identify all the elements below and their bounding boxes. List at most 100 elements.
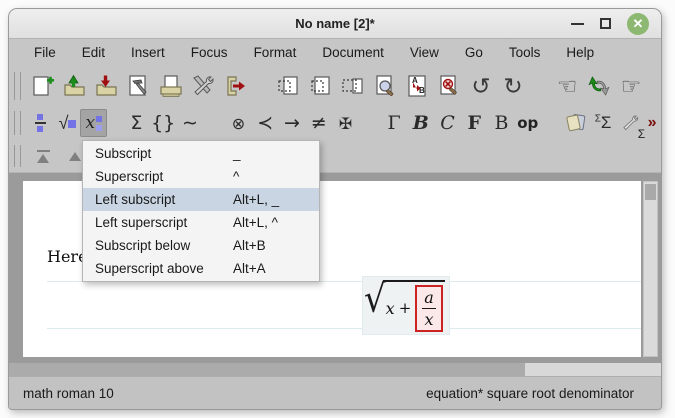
prec-icon: ≺ [257, 112, 273, 134]
focused-fraction[interactable]: a x [415, 285, 443, 332]
menu-item-superscript[interactable]: Superscript ^ [83, 165, 319, 188]
blackboard-letters-button[interactable]: B [488, 109, 515, 137]
menu-item-left-superscript[interactable]: Left superscript Alt+L, ^ [83, 211, 319, 234]
math-preferences-button[interactable]: Σ [616, 109, 643, 137]
cut-button[interactable] [273, 70, 305, 102]
right-arrow-icon: → [284, 112, 300, 134]
gamma-icon: Γ [387, 112, 400, 134]
symbol-table-button[interactable]: ΣΣ [590, 109, 617, 137]
new-document-button[interactable] [27, 70, 59, 102]
navigate-back-button[interactable]: ☜ [551, 70, 583, 102]
menu-help[interactable]: Help [553, 42, 607, 63]
square-root-button[interactable]: √ [54, 109, 81, 137]
export-button[interactable] [219, 70, 251, 102]
menu-item-left-subscript[interactable]: Left subscript Alt+L, _ [83, 188, 319, 211]
radicand[interactable]: x + a x [383, 280, 445, 332]
variable-x[interactable]: x [386, 299, 395, 318]
misc-symbol-button[interactable]: ✠ [332, 109, 359, 137]
scripts-button[interactable]: x [80, 109, 107, 137]
replace-button[interactable]: A B [401, 70, 433, 102]
menu-item-subscript-below[interactable]: Subscript below Alt+B [83, 234, 319, 257]
binary-operator-button[interactable]: ⊗ [225, 109, 252, 137]
menu-document[interactable]: Document [309, 42, 397, 63]
minimize-button[interactable] [571, 23, 584, 25]
toolbar-drag-handle[interactable] [14, 111, 21, 135]
fraktur-letters-button[interactable]: F [461, 109, 488, 137]
shortcut-label: Alt+L, ^ [233, 215, 307, 230]
undo-icon: ↺ [471, 73, 490, 100]
build-button[interactable] [123, 70, 155, 102]
symbol-palette-button[interactable] [563, 109, 590, 137]
menu-focus[interactable]: Focus [178, 42, 241, 63]
toolbar-drag-handle[interactable] [14, 72, 21, 100]
bold-letters-button[interactable]: B [407, 109, 434, 137]
focus-first-button[interactable] [27, 140, 59, 172]
calligraphic-c-icon: C [440, 112, 455, 134]
hand-pointing-right-icon: ☞ [621, 73, 642, 100]
spell-check-button[interactable] [433, 70, 465, 102]
save-document-button[interactable] [91, 70, 123, 102]
status-left: math roman 10 [23, 386, 114, 401]
menu-tools[interactable]: Tools [496, 42, 554, 63]
fraction-icon [35, 114, 46, 132]
equation-block[interactable]: √ x + a x [47, 281, 641, 329]
negation-button[interactable]: ≠ [305, 109, 332, 137]
menu-item-superscript-above[interactable]: Superscript above Alt+A [83, 257, 319, 280]
brackets-button[interactable]: {} [150, 109, 177, 137]
menu-view[interactable]: View [397, 42, 452, 63]
search-button[interactable] [369, 70, 401, 102]
calligraphic-letters-button[interactable]: C [434, 109, 461, 137]
vertical-scrollbar-thumb[interactable] [645, 184, 656, 200]
shortcut-label: _ [233, 146, 307, 161]
paste-icon [340, 73, 366, 99]
relation-button[interactable]: ≺ [252, 109, 279, 137]
square-root-icon: √ [59, 113, 76, 134]
horizontal-scrollbar-thumb[interactable] [9, 363, 525, 376]
blackboard-b-icon: B [495, 112, 508, 134]
export-icon [222, 73, 248, 99]
copy-button[interactable] [305, 70, 337, 102]
close-button[interactable]: ✕ [627, 13, 649, 35]
redo-button[interactable]: ↻ [497, 70, 529, 102]
menu-go[interactable]: Go [452, 42, 496, 63]
accent-button[interactable]: ∼ [177, 109, 204, 137]
square-root-expression[interactable]: √ x + a x [364, 278, 445, 332]
menu-format[interactable]: Format [241, 42, 310, 63]
hand-pointing-left-icon: ☜ [557, 73, 578, 100]
window-controls: ✕ [571, 13, 649, 35]
toolbar-drag-handle[interactable] [14, 145, 21, 167]
open-document-icon [62, 73, 88, 99]
vertical-scrollbar[interactable] [643, 181, 658, 357]
copy-icon [308, 73, 334, 99]
plus-operator[interactable]: + [399, 299, 412, 317]
print-button[interactable] [155, 70, 187, 102]
replace-icon: A B [404, 73, 430, 99]
refresh-button[interactable] [583, 70, 615, 102]
svg-text:B: B [419, 86, 425, 95]
menu-item-subscript[interactable]: Subscript _ [83, 142, 319, 165]
sigma-sub-icon: Σ [638, 127, 645, 141]
horizontal-scrollbar[interactable] [9, 363, 661, 376]
menu-insert[interactable]: Insert [118, 42, 178, 63]
arrow-button[interactable]: → [279, 109, 306, 137]
big-operator-button[interactable]: Σ [123, 109, 150, 137]
maximize-button[interactable] [600, 18, 611, 29]
fraction-denominator[interactable]: x [425, 309, 434, 329]
open-document-button[interactable] [59, 70, 91, 102]
fraction-numerator[interactable]: a [422, 288, 436, 309]
menu-file[interactable]: File [21, 42, 69, 63]
fraction-button[interactable] [27, 109, 54, 137]
title-bar[interactable]: No name [2]* ✕ [9, 9, 661, 39]
undo-button[interactable]: ↺ [465, 70, 497, 102]
preferences-button[interactable] [187, 70, 219, 102]
cards-icon [564, 111, 588, 135]
toolbar-overflow-button[interactable]: » [643, 109, 661, 137]
sum-icon: Σ [130, 112, 142, 134]
menu-edit[interactable]: Edit [69, 42, 118, 63]
navigate-forward-button[interactable]: ☞ [615, 70, 647, 102]
paste-button[interactable] [337, 70, 369, 102]
triangle-up-bar-icon [37, 150, 50, 163]
greek-letters-button[interactable]: Γ [381, 109, 408, 137]
equation[interactable]: √ x + a x [363, 277, 449, 334]
operator-button[interactable]: op [514, 109, 541, 137]
